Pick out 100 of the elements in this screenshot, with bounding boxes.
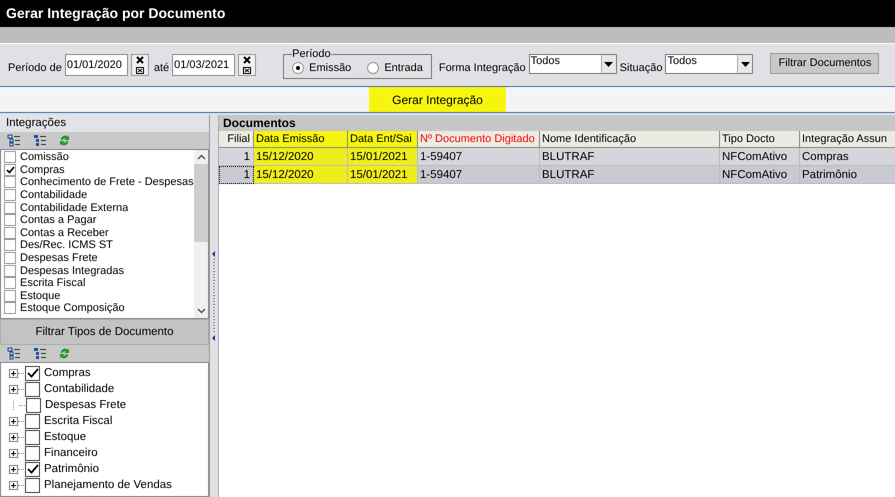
expand-icon[interactable] [9,480,18,490]
scroll-up-icon[interactable] [196,154,206,160]
list-icon[interactable] [7,347,21,360]
expand-icon[interactable] [9,432,18,442]
checkbox[interactable] [25,414,40,428]
radio-option[interactable]: Emissão [292,62,352,74]
integration-item[interactable]: Contabilidade [1,188,194,202]
integration-item[interactable]: Despesas Frete [1,252,194,264]
integration-item[interactable]: Estoque [1,290,194,302]
expand-icon[interactable] [9,384,18,394]
checkbox[interactable] [4,290,16,302]
clear-icon[interactable] [241,56,254,64]
scrollbar[interactable] [194,150,208,318]
radio-icon[interactable] [367,62,380,74]
table-cell: 1 [219,148,254,166]
checkbox[interactable] [4,151,16,164]
expand-icon[interactable] [9,448,18,458]
column-header[interactable]: Tipo Docto [720,131,800,148]
column-header[interactable]: Nome Identificação [540,131,720,148]
checkbox[interactable] [4,277,16,290]
checkbox[interactable] [4,189,16,202]
situacao-dropdown[interactable]: Todos [665,54,754,74]
column-header[interactable]: Data Emissão [254,131,348,148]
table-cell: Patrimônio [800,166,895,184]
list-icon[interactable] [33,347,47,360]
integration-item[interactable]: Comissão [1,151,194,164]
scroll-down-icon[interactable] [196,308,206,314]
checkbox[interactable] [4,239,16,252]
splitter-handle[interactable] [210,115,219,497]
calendar-icon[interactable] [136,66,144,74]
radio-label: Emissão [309,62,352,74]
table-cell: NFComAtivo [720,148,800,166]
integration-item[interactable]: Des/Rec. ICMS ST [1,239,194,252]
integration-item[interactable]: Despesas Integradas [1,264,194,277]
tree-item[interactable]: Estoque [44,431,86,443]
list-icon[interactable] [7,134,21,147]
tree-item[interactable]: Patrimônio [44,463,99,475]
checkbox[interactable] [25,382,40,396]
table-cell: 1-59407 [418,148,540,166]
date-field[interactable]: 01/01/2020 [64,54,128,76]
table-cell: 15/01/2021 [348,166,418,184]
panel-title: Filtrar Tipos de Documento [0,319,209,345]
situacao-label: Situação [620,62,662,74]
table-cell: Compras [800,148,895,166]
table-cell: NFComAtivo [720,166,800,184]
checkbox[interactable] [26,398,41,412]
checkbox[interactable] [25,366,40,380]
radio-icon[interactable] [292,62,304,74]
checkbox[interactable] [25,446,40,460]
checkbox[interactable] [25,462,40,476]
until-label: até [154,62,170,74]
table-cell: 15/12/2020 [254,148,348,166]
integration-item[interactable]: Conhecimento de Frete - Despesas [1,176,194,189]
list-icon[interactable] [33,134,47,147]
forma-dropdown[interactable]: Todos [528,54,617,74]
integration-item[interactable]: Contas a Pagar [1,214,194,227]
checkbox[interactable] [25,430,40,444]
forma-label: Forma Integração [438,62,526,74]
tree-item[interactable]: Compras [44,367,91,379]
dropdown-arrow-icon[interactable] [740,62,750,66]
tree-item[interactable]: Despesas Frete [45,399,126,411]
table-cell: 1-59407 [418,166,540,184]
dropdown-arrow-icon[interactable] [604,62,614,66]
expand-icon[interactable] [9,368,18,378]
checkbox[interactable] [25,478,40,492]
window-title: Gerar Integração por Documento [0,0,895,27]
integration-item[interactable]: Contas a Receber [1,226,194,240]
generate-button[interactable]: Gerar Integração [369,87,506,112]
filter-button[interactable]: Filtrar Documentos [770,52,880,74]
tree-item[interactable]: Escrita Fiscal [44,415,112,427]
tree-item[interactable]: Planejamento de Vendas [44,479,172,491]
checkbox[interactable] [4,176,16,188]
checkbox[interactable] [4,302,16,314]
period-label: Período de [8,62,62,74]
date-field[interactable]: 01/03/2021 [172,54,236,76]
radio-label: Entrada [384,62,423,74]
column-header[interactable]: Filial [219,131,254,148]
table-cell: BLUTRAF [540,148,720,166]
integration-item[interactable]: Escrita Fiscal [1,276,194,290]
expand-icon[interactable] [9,464,18,474]
tree-item[interactable]: Contabilidade [44,383,114,395]
radio-option[interactable]: Entrada [367,62,423,74]
integration-item[interactable]: Estoque Composição [1,302,194,315]
clear-icon[interactable] [134,56,146,64]
calendar-icon[interactable] [243,66,252,74]
column-header[interactable]: Integração Assun [800,131,895,148]
checkbox[interactable] [4,164,16,176]
checkbox[interactable] [4,264,16,277]
tree-item[interactable]: Financeiro [44,447,98,459]
group-title: Período [292,49,331,59]
column-header[interactable]: Data Ent/Sai [348,131,418,148]
integration-item[interactable]: Compras [1,164,194,176]
checkbox[interactable] [4,202,16,214]
table-cell: 1 [219,166,254,184]
integration-item[interactable]: Contabilidade Externa [1,201,194,214]
table-cell: BLUTRAF [540,166,720,184]
checkbox[interactable] [4,214,16,226]
checkbox[interactable] [4,252,16,264]
expand-icon[interactable] [9,416,18,426]
checkbox[interactable] [4,226,16,239]
